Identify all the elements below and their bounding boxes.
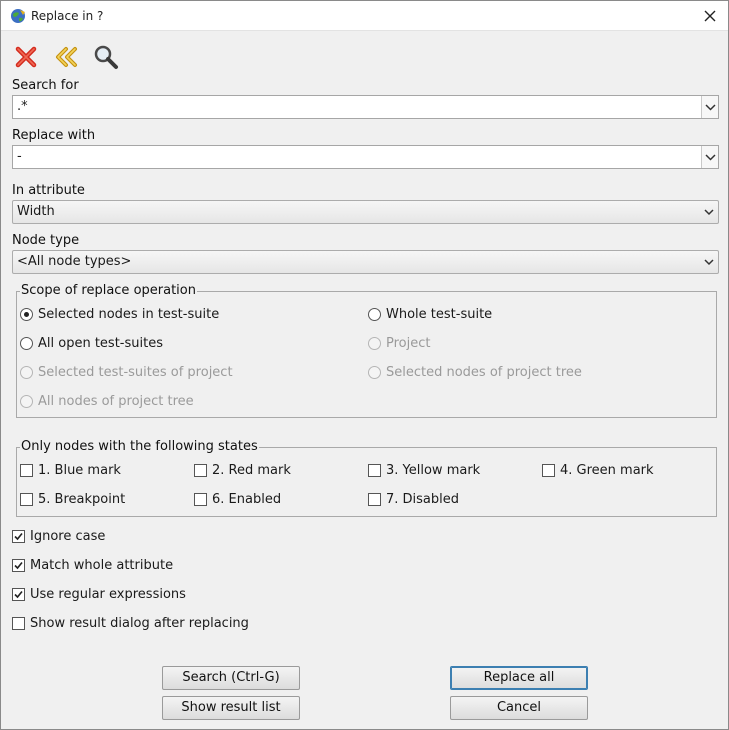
- states-group-title: Only nodes with the following states: [20, 439, 259, 454]
- radio-indicator: [20, 366, 33, 379]
- radio-indicator: [368, 366, 381, 379]
- replace-with-field[interactable]: -: [12, 145, 719, 169]
- replace-with-dropdown[interactable]: [701, 146, 718, 168]
- checkbox-label: Ignore case: [30, 529, 106, 544]
- node-type-value: <All node types>: [17, 254, 132, 269]
- checkmark-icon: [14, 532, 23, 541]
- radio-label: Project: [386, 336, 431, 351]
- chevron-down-icon: [704, 209, 714, 216]
- radio-selected-test-suites-of-project: Selected test-suites of project: [20, 365, 233, 380]
- checkbox-box[interactable]: [20, 493, 33, 506]
- radio-label: Whole test-suite: [386, 307, 493, 322]
- checkbox-box[interactable]: [542, 464, 555, 477]
- checkbox-box[interactable]: [12, 617, 25, 630]
- search-for-value: .*: [17, 99, 28, 114]
- search-for-field[interactable]: .*: [12, 95, 719, 119]
- magnifier-icon[interactable]: [92, 43, 120, 71]
- app-globe-icon: [11, 9, 25, 23]
- show-result-list-button[interactable]: Show result list: [162, 696, 300, 720]
- radio-indicator[interactable]: [368, 308, 381, 321]
- radio-selected-nodes-in-test-suite[interactable]: Selected nodes in test-suite: [20, 307, 219, 322]
- checkbox-enabled[interactable]: 6. Enabled: [194, 492, 281, 507]
- checkbox-label: 3. Yellow mark: [386, 463, 481, 478]
- search-for-dropdown[interactable]: [701, 96, 718, 118]
- checkbox-show-result-dialog[interactable]: Show result dialog after replacing: [12, 616, 249, 631]
- checkbox-box[interactable]: [12, 588, 25, 601]
- scope-group-title: Scope of replace operation: [20, 283, 197, 298]
- window-title: Replace in ?: [31, 9, 104, 23]
- checkbox-label: 7. Disabled: [386, 492, 460, 507]
- radio-indicator: [20, 395, 33, 408]
- radio-selected-nodes-of-project-tree: Selected nodes of project tree: [368, 365, 582, 380]
- checkbox-use-regular-expressions[interactable]: Use regular expressions: [12, 587, 186, 602]
- checkbox-match-whole-attribute[interactable]: Match whole attribute: [12, 558, 173, 573]
- radio-indicator[interactable]: [20, 308, 33, 321]
- chevron-down-icon: [704, 259, 714, 266]
- replace-with-label: Replace with: [12, 128, 96, 143]
- radio-label: Selected nodes in test-suite: [38, 307, 220, 322]
- radio-whole-test-suite[interactable]: Whole test-suite: [368, 307, 492, 322]
- radio-indicator[interactable]: [20, 337, 33, 350]
- node-type-select[interactable]: <All node types>: [12, 250, 719, 274]
- checkbox-label: Show result dialog after replacing: [30, 616, 249, 631]
- checkbox-disabled[interactable]: 7. Disabled: [368, 492, 459, 507]
- checkmark-icon: [14, 561, 23, 570]
- in-attribute-value: Width: [17, 204, 55, 219]
- checkbox-label: 4. Green mark: [560, 463, 654, 478]
- in-attribute-label: In attribute: [12, 183, 85, 198]
- checkbox-box[interactable]: [194, 493, 207, 506]
- checkmark-icon: [14, 590, 23, 599]
- window-close-icon[interactable]: [700, 6, 720, 26]
- checkbox-box[interactable]: [368, 493, 381, 506]
- checkbox-box[interactable]: [368, 464, 381, 477]
- checkbox-label: 1. Blue mark: [38, 463, 121, 478]
- cancel-button[interactable]: Cancel: [450, 696, 588, 720]
- search-button[interactable]: Search (Ctrl-G): [162, 666, 300, 690]
- checkbox-box[interactable]: [194, 464, 207, 477]
- checkbox-label: Match whole attribute: [30, 558, 174, 573]
- radio-label: Selected test-suites of project: [38, 365, 233, 380]
- checkbox-label: 2. Red mark: [212, 463, 291, 478]
- replace-with-value: -: [17, 149, 22, 164]
- checkbox-breakpoint[interactable]: 5. Breakpoint: [20, 492, 125, 507]
- checkbox-box[interactable]: [12, 559, 25, 572]
- title-bar: Replace in ?: [1, 1, 728, 31]
- search-for-label: Search for: [12, 78, 79, 93]
- in-attribute-select[interactable]: Width: [12, 200, 719, 224]
- radio-label: Selected nodes of project tree: [386, 365, 582, 380]
- radio-all-open-test-suites[interactable]: All open test-suites: [20, 336, 163, 351]
- chevron-down-icon: [705, 104, 716, 111]
- radio-project: Project: [368, 336, 430, 351]
- radio-label: All open test-suites: [38, 336, 163, 351]
- back-double-chevron-icon[interactable]: [52, 43, 80, 71]
- checkbox-ignore-case[interactable]: Ignore case: [12, 529, 105, 544]
- replace-dialog: Replace in ? Search for .* Replace with …: [0, 0, 729, 730]
- chevron-down-icon: [705, 154, 716, 161]
- checkbox-red-mark[interactable]: 2. Red mark: [194, 463, 291, 478]
- checkbox-label: 6. Enabled: [212, 492, 282, 507]
- checkbox-box[interactable]: [12, 530, 25, 543]
- radio-label: All nodes of project tree: [38, 394, 194, 409]
- checkbox-label: Use regular expressions: [30, 587, 186, 602]
- checkbox-yellow-mark[interactable]: 3. Yellow mark: [368, 463, 480, 478]
- checkbox-green-mark[interactable]: 4. Green mark: [542, 463, 654, 478]
- node-type-label: Node type: [12, 233, 80, 248]
- close-red-x-icon[interactable]: [12, 43, 40, 71]
- checkbox-box[interactable]: [20, 464, 33, 477]
- checkbox-blue-mark[interactable]: 1. Blue mark: [20, 463, 121, 478]
- checkbox-label: 5. Breakpoint: [38, 492, 126, 507]
- replace-all-button[interactable]: Replace all: [450, 666, 588, 690]
- radio-all-nodes-of-project-tree: All nodes of project tree: [20, 394, 194, 409]
- radio-indicator: [368, 337, 381, 350]
